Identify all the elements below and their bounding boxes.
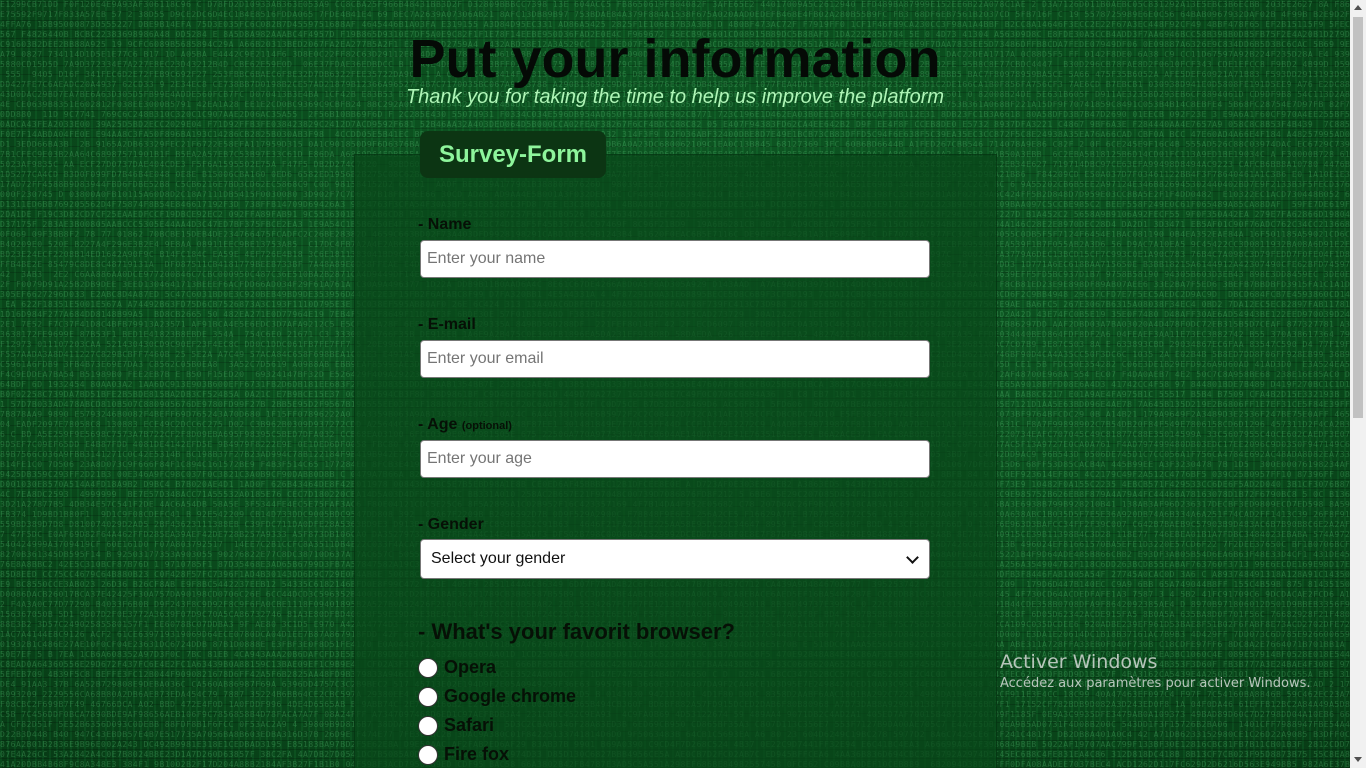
age-optional-note: (optional)	[462, 420, 512, 432]
scroll-down-arrow-icon[interactable]	[1354, 757, 1362, 762]
browser-option-chrome[interactable]: Google chrome	[418, 686, 576, 707]
browser-option-label: Fire fox	[444, 744, 509, 765]
windows-activation-message: Accédez aux paramètres pour activer Wind…	[1000, 676, 1311, 691]
browser-option-firefox[interactable]: Fire fox	[418, 744, 509, 765]
age-label-group: - Age (optional)	[418, 416, 512, 434]
name-input[interactable]	[420, 240, 930, 278]
email-input[interactable]	[420, 340, 930, 378]
age-input[interactable]	[420, 440, 930, 478]
browser-option-label: Opera	[444, 657, 496, 678]
gender-select[interactable]: Select your gender	[420, 539, 930, 579]
scrollbar-thumb[interactable]	[1353, 17, 1363, 418]
radio-firefox[interactable]	[418, 745, 438, 765]
email-label: - E-mail	[418, 316, 476, 334]
browser-option-label: Safari	[444, 715, 494, 736]
browser-question: - What's your favorit browser?	[418, 619, 735, 645]
browser-option-opera[interactable]: Opera	[418, 657, 496, 678]
gender-label: - Gender	[418, 516, 484, 534]
radio-chrome[interactable]	[418, 687, 438, 707]
page-subtitle: Thank you for taking the time to help us…	[0, 86, 1350, 109]
radio-safari[interactable]	[418, 716, 438, 736]
browser-option-safari[interactable]: Safari	[418, 715, 494, 736]
age-label: - Age	[418, 416, 457, 433]
gender-select-value: Select your gender	[431, 550, 565, 568]
radio-opera[interactable]	[418, 658, 438, 678]
survey-form-tab: Survey-Form	[420, 131, 606, 178]
browser-option-label: Google chrome	[444, 686, 576, 707]
chevron-down-icon	[906, 551, 919, 564]
windows-activation-watermark: Activer Windows Accédez aux paramètres p…	[1000, 651, 1311, 691]
scroll-up-arrow-icon[interactable]	[1354, 5, 1362, 10]
name-label: - Name	[418, 216, 471, 234]
page-title: Put your information	[0, 28, 1350, 90]
windows-activation-title: Activer Windows	[1000, 651, 1311, 673]
